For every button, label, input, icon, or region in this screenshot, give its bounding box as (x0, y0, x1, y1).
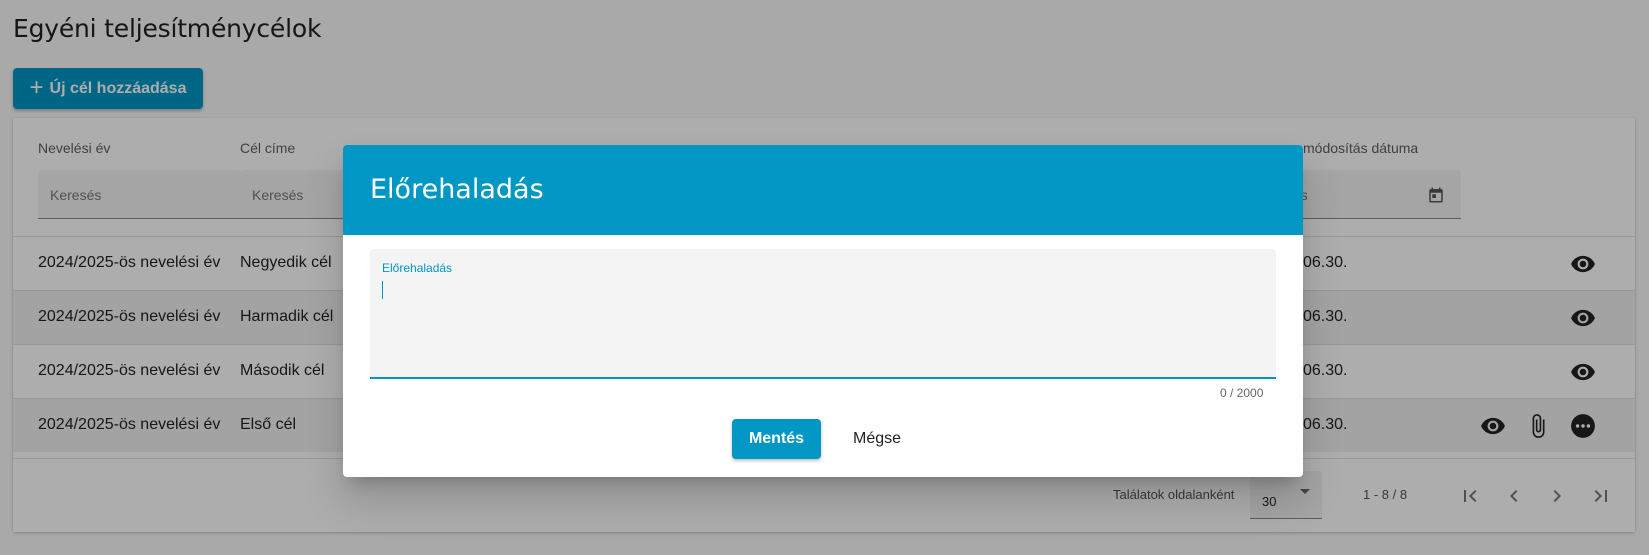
progress-textarea-field[interactable]: Előrehaladás (370, 249, 1276, 379)
progress-textarea[interactable] (382, 279, 1266, 375)
char-counter: 0 / 2000 (1220, 386, 1264, 400)
progress-textarea-label: Előrehaladás (382, 261, 453, 275)
dialog-header: Előrehaladás (343, 145, 1303, 235)
dialog-title: Előrehaladás (370, 174, 544, 205)
cancel-button[interactable]: Mégse (834, 419, 920, 459)
progress-dialog: Előrehaladás Előrehaladás 0 / 2000 Menté… (343, 145, 1303, 477)
page: Egyéni teljesítménycélok + Új cél hozzáa… (0, 0, 1649, 555)
save-button[interactable]: Mentés (732, 419, 821, 459)
